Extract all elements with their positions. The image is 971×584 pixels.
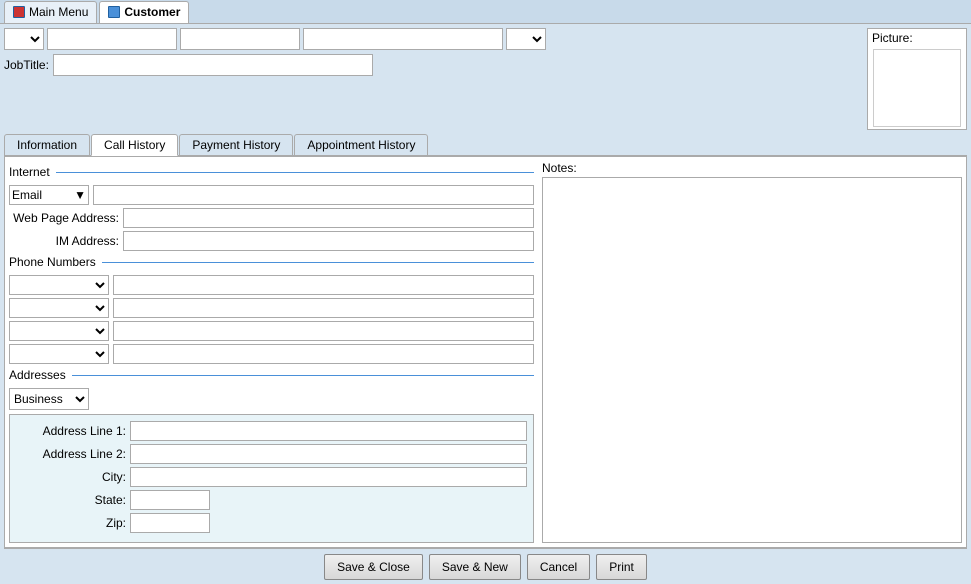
- middle-name-input[interactable]: [180, 28, 300, 50]
- notes-label: Notes:: [542, 161, 962, 175]
- tab-payment-history[interactable]: Payment History: [179, 134, 293, 155]
- phone-number-4[interactable]: [113, 344, 534, 364]
- address-line1-input[interactable]: [130, 421, 527, 441]
- zip-row: Zip:: [16, 513, 527, 533]
- customer-icon: [108, 6, 120, 18]
- phone-type-2[interactable]: [9, 298, 109, 318]
- jobtitle-label: JobTitle:: [4, 58, 49, 72]
- name-row: Mr. Mrs. Ms. Dr. Jr. Sr. II: [4, 28, 857, 50]
- internet-label: Internet: [9, 165, 50, 179]
- address-line2-label: Address Line 2:: [16, 447, 126, 461]
- city-input[interactable]: [130, 467, 527, 487]
- panel-area: Internet Email ▼ Web Page Address: IM Ad…: [4, 156, 967, 548]
- phone-type-3[interactable]: [9, 321, 109, 341]
- phone-row-4: [9, 344, 534, 364]
- zip-input[interactable]: [130, 513, 210, 533]
- jobtitle-input[interactable]: [53, 54, 373, 76]
- zip-label: Zip:: [16, 516, 126, 530]
- top-area: Mr. Mrs. Ms. Dr. Jr. Sr. II JobTitle:: [4, 28, 967, 130]
- customer-tab[interactable]: Customer: [99, 1, 189, 23]
- webpage-input[interactable]: [123, 208, 534, 228]
- email-row: Email ▼: [9, 185, 534, 205]
- address-type-select[interactable]: Business Home Other: [9, 388, 89, 410]
- main-menu-label: Main Menu: [29, 5, 88, 19]
- bottom-bar: Save & Close Save & New Cancel Print: [4, 548, 967, 584]
- suffix-select[interactable]: Jr. Sr. II: [506, 28, 546, 50]
- print-button[interactable]: Print: [596, 554, 647, 580]
- webpage-label: Web Page Address:: [9, 211, 119, 225]
- picture-label: Picture:: [868, 29, 917, 47]
- save-new-button[interactable]: Save & New: [429, 554, 521, 580]
- top-fields: Mr. Mrs. Ms. Dr. Jr. Sr. II JobTitle:: [4, 28, 857, 76]
- webpage-row: Web Page Address:: [9, 208, 534, 228]
- last-name-input[interactable]: [303, 28, 503, 50]
- email-type-label: Email: [12, 188, 42, 202]
- addresses-label: Addresses: [9, 368, 66, 382]
- notes-textarea[interactable]: [542, 177, 962, 543]
- tab-appointment-history[interactable]: Appointment History: [294, 134, 428, 155]
- content-tabs: Information Call History Payment History…: [4, 134, 967, 156]
- picture-area[interactable]: [873, 49, 961, 127]
- phone-row-1: [9, 275, 534, 295]
- address-line1-row: Address Line 1:: [16, 421, 527, 441]
- cancel-button[interactable]: Cancel: [527, 554, 590, 580]
- phone-number-2[interactable]: [113, 298, 534, 318]
- title-bar: Main Menu Customer: [0, 0, 971, 24]
- picture-box: Picture:: [867, 28, 967, 130]
- email-type-select[interactable]: Email ▼: [9, 185, 89, 205]
- first-name-input[interactable]: [47, 28, 177, 50]
- email-input[interactable]: [93, 185, 534, 205]
- phone-type-1[interactable]: [9, 275, 109, 295]
- tab-information[interactable]: Information: [4, 134, 90, 155]
- state-label: State:: [16, 493, 126, 507]
- main-menu-tab[interactable]: Main Menu: [4, 1, 97, 23]
- phone-row-3: [9, 321, 534, 341]
- phone-type-4[interactable]: [9, 344, 109, 364]
- city-label: City:: [16, 470, 126, 484]
- state-row: State:: [16, 490, 527, 510]
- jobtitle-row: JobTitle:: [4, 54, 857, 76]
- addresses-section-header: Addresses: [9, 368, 534, 382]
- address-line2-row: Address Line 2:: [16, 444, 527, 464]
- customer-label: Customer: [124, 5, 180, 19]
- address-line2-input[interactable]: [130, 444, 527, 464]
- email-dropdown-arrow[interactable]: ▼: [74, 188, 86, 202]
- state-input[interactable]: [130, 490, 210, 510]
- im-label: IM Address:: [9, 234, 119, 248]
- form-side: Internet Email ▼ Web Page Address: IM Ad…: [9, 161, 542, 543]
- main-content: Mr. Mrs. Ms. Dr. Jr. Sr. II JobTitle:: [0, 24, 971, 571]
- address-box: Address Line 1: Address Line 2: City: St…: [9, 414, 534, 543]
- im-input[interactable]: [123, 231, 534, 251]
- tab-call-history[interactable]: Call History: [91, 134, 178, 156]
- addresses-area: Business Home Other Address Line 1: Addr…: [9, 388, 534, 543]
- internet-section-header: Internet: [9, 165, 534, 179]
- address-line1-label: Address Line 1:: [16, 424, 126, 438]
- im-row: IM Address:: [9, 231, 534, 251]
- notes-side: Notes:: [542, 161, 962, 543]
- main-menu-icon: [13, 6, 25, 18]
- salutation-select[interactable]: Mr. Mrs. Ms. Dr.: [4, 28, 44, 50]
- city-row: City:: [16, 467, 527, 487]
- phone-number-3[interactable]: [113, 321, 534, 341]
- save-close-button[interactable]: Save & Close: [324, 554, 423, 580]
- phone-label: Phone Numbers: [9, 255, 96, 269]
- phone-row-2: [9, 298, 534, 318]
- phone-number-1[interactable]: [113, 275, 534, 295]
- phone-section-header: Phone Numbers: [9, 255, 534, 269]
